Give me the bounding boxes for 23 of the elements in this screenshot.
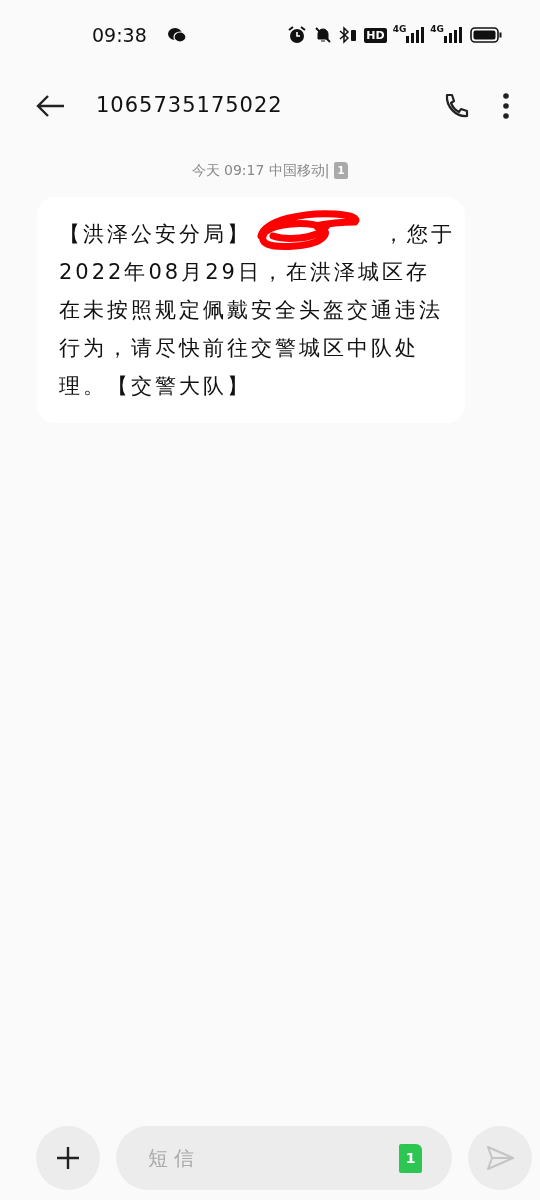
alarm-icon bbox=[288, 26, 307, 44]
more-icon bbox=[502, 93, 510, 119]
bluetooth-icon bbox=[338, 26, 359, 44]
sim-badge: 1 bbox=[333, 162, 349, 179]
message-text: ，您于 bbox=[383, 221, 455, 248]
sim-badge[interactable]: 1 bbox=[399, 1143, 422, 1173]
back-arrow-icon bbox=[36, 94, 66, 118]
signal-label: 4G bbox=[392, 23, 407, 37]
message-input-field[interactable]: 短信 1 bbox=[116, 1126, 452, 1190]
mute-bell-icon bbox=[314, 26, 333, 44]
send-icon bbox=[486, 1145, 514, 1171]
signal-label: 4G bbox=[430, 23, 444, 37]
message-timestamp: 今天 09:17 中国移动| bbox=[191, 161, 330, 181]
status-time: 09:38 bbox=[92, 22, 147, 48]
message-text: 【洪泽公安分局】 bbox=[59, 221, 251, 248]
chat-app-icon bbox=[166, 27, 187, 43]
signal-icon bbox=[406, 27, 425, 43]
sender-number: 1065735175022 bbox=[96, 92, 284, 120]
plus-icon bbox=[56, 1146, 80, 1170]
signal-icon bbox=[444, 27, 462, 43]
message-text: 2022年08月29日，在洪泽城区存在未按照规定佩戴安全头盔交通违法行为，请尽快前往交警城区中队处理。【交警大队】 bbox=[59, 259, 444, 400]
hd-badge: HD bbox=[364, 27, 387, 43]
battery-icon bbox=[470, 27, 502, 43]
